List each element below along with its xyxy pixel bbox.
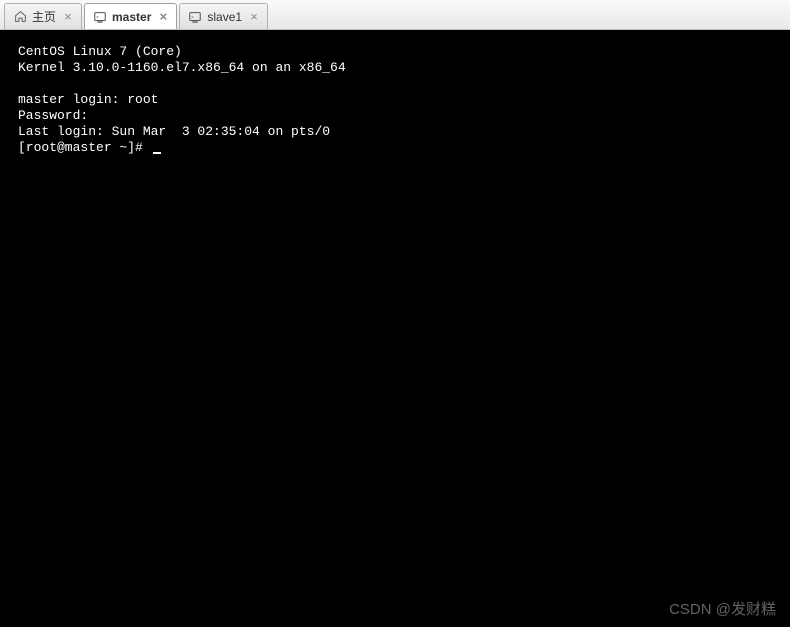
tab-label: 主页: [32, 8, 56, 25]
tab-label: slave1: [207, 10, 242, 24]
terminal-last-login: Last login: Sun Mar 3 02:35:04 on pts/0: [18, 124, 330, 139]
close-icon[interactable]: ×: [156, 10, 170, 24]
tab-slave1[interactable]: slave1 ×: [179, 3, 268, 29]
close-icon[interactable]: ×: [247, 10, 261, 24]
terminal-login-prompt: master login: root: [18, 92, 158, 107]
terminal-os-line: CentOS Linux 7 (Core): [18, 44, 182, 59]
terminal-kernel-line: Kernel 3.10.0-1160.el7.x86_64 on an x86_…: [18, 60, 346, 75]
tab-bar: 主页 × master × slave1 ×: [0, 0, 790, 30]
terminal-prompt: [root@master ~]#: [18, 140, 151, 155]
cursor-icon: [153, 152, 161, 154]
terminal-password-prompt: Password:: [18, 108, 88, 123]
vm-icon: [188, 10, 202, 24]
close-icon[interactable]: ×: [61, 10, 75, 24]
terminal-output[interactable]: CentOS Linux 7 (Core) Kernel 3.10.0-1160…: [0, 30, 790, 627]
vm-icon: [93, 10, 107, 24]
home-icon: [13, 10, 27, 24]
tab-label: master: [112, 10, 151, 24]
tab-master[interactable]: master ×: [84, 3, 177, 29]
tab-home[interactable]: 主页 ×: [4, 3, 82, 29]
